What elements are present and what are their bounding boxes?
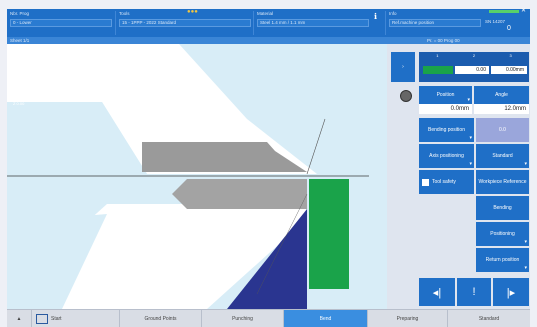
- caret-down-icon: ▾: [524, 265, 527, 271]
- tool-safety-toggle[interactable]: Tool safety: [419, 170, 474, 194]
- caret-down-icon: ▾: [524, 239, 527, 245]
- axis-value-1: 0.00: [455, 66, 489, 74]
- checkbox[interactable]: [422, 178, 429, 186]
- material-field[interactable]: Steel 1.4 mm / 1.1 mm: [257, 19, 369, 27]
- axis-positioning-button[interactable]: Axis positioning ▾: [419, 144, 474, 168]
- tab-punching[interactable]: Punching: [202, 310, 284, 327]
- tab-ground-points[interactable]: Ground Points: [120, 310, 202, 327]
- caret-down-icon: ▾: [469, 135, 472, 141]
- info-icon[interactable]: ℹ: [374, 13, 377, 21]
- menu-up-icon[interactable]: ▲: [7, 310, 32, 327]
- caret-down-icon: ▾: [467, 97, 470, 103]
- sheet-label: Sheet 1/1: [10, 38, 30, 43]
- step-back-icon: ◂|: [432, 286, 442, 299]
- workpiece-reference-button[interactable]: Workpiece Reference: [476, 170, 529, 194]
- coordinate-readout: X 0.00 Y 0.00 R 0.00 Z 0.00: [13, 86, 25, 106]
- program-label: Nbr. Prog: [10, 11, 30, 16]
- axis-value-2: 0.00mm: [491, 66, 527, 74]
- info-field[interactable]: Ref.machine position: [389, 19, 481, 27]
- tab-standard[interactable]: Standard: [448, 310, 530, 327]
- tab-start[interactable]: Start: [32, 310, 120, 327]
- bend-scene: [7, 44, 369, 309]
- divider: [385, 11, 386, 35]
- program-field[interactable]: 0 - Lower: [10, 19, 112, 27]
- keyboard-icon: [36, 313, 48, 324]
- return-position-button[interactable]: Return position ▾: [476, 248, 529, 272]
- step-forward-icon: |▸: [506, 286, 516, 299]
- axis-values-block: 1 2 3 0.00 0.00mm: [419, 52, 529, 82]
- status-header: Nbr. Prog 0 - Lower Tools ●●● 15 - 1PPP …: [7, 8, 530, 37]
- bottom-tab-bar: ▲ Start Ground Points Punching Bend Prep…: [7, 309, 530, 327]
- caret-down-icon: ▾: [524, 161, 527, 167]
- counter-value: 0: [507, 25, 511, 32]
- positioning-button[interactable]: Positioning ▾: [476, 222, 529, 246]
- info-label: Info: [389, 11, 397, 16]
- serial-text: SN 14207: [485, 19, 506, 24]
- tab-preparing[interactable]: Preparing: [368, 310, 448, 327]
- emergency-icon[interactable]: [400, 90, 412, 102]
- divider: [253, 11, 254, 35]
- program-ref: Pr. = 00 Prog 00: [427, 38, 460, 43]
- progress-bar: [489, 10, 519, 13]
- tools-label: Tools: [119, 11, 130, 16]
- chevron-right-icon: ›: [402, 64, 404, 70]
- position-value[interactable]: 0.0mm: [419, 104, 472, 114]
- sub-header: Sheet 1/1 Pr. = 00 Prog 00: [7, 37, 530, 44]
- position-param-button[interactable]: Position ▾: [419, 86, 472, 104]
- control-panel: › 1 2 3 0.00 0.00mm Position ▾ Angle 0.0…: [387, 44, 530, 309]
- bending-position-value[interactable]: 0.0: [476, 118, 529, 142]
- exclamation-icon: !: [472, 286, 476, 298]
- close-icon[interactable]: ✕: [521, 8, 526, 14]
- lower-tool-shape: [172, 179, 307, 209]
- material-label: Material: [257, 11, 274, 16]
- bending-simulation-view[interactable]: X 0.00 Y 0.00 R 0.00 Z 0.00: [7, 44, 387, 309]
- warning-dots-icon: ●●●: [187, 9, 198, 15]
- step-forward-button[interactable]: |▸: [493, 278, 529, 306]
- axis-value-0: [423, 66, 453, 74]
- angle-value[interactable]: 12.0mm: [474, 104, 529, 114]
- mode-button[interactable]: ›: [391, 52, 415, 82]
- angle-line: [306, 118, 326, 175]
- tools-field[interactable]: 15 - 1PPP - 2022 Standard: [119, 19, 251, 27]
- workpiece-block: [309, 179, 349, 289]
- punch-shape: [142, 142, 307, 172]
- bending-position-button[interactable]: Bending position ▾: [419, 118, 474, 142]
- step-back-button[interactable]: ◂|: [419, 278, 455, 306]
- alert-button[interactable]: !: [457, 278, 491, 306]
- caret-down-icon: ▾: [469, 161, 472, 167]
- divider: [115, 11, 116, 35]
- standard-button[interactable]: Standard ▾: [476, 144, 529, 168]
- bending-button[interactable]: Bending: [476, 196, 529, 220]
- tab-bend[interactable]: Bend: [284, 310, 368, 327]
- angle-param-button[interactable]: Angle: [474, 86, 529, 104]
